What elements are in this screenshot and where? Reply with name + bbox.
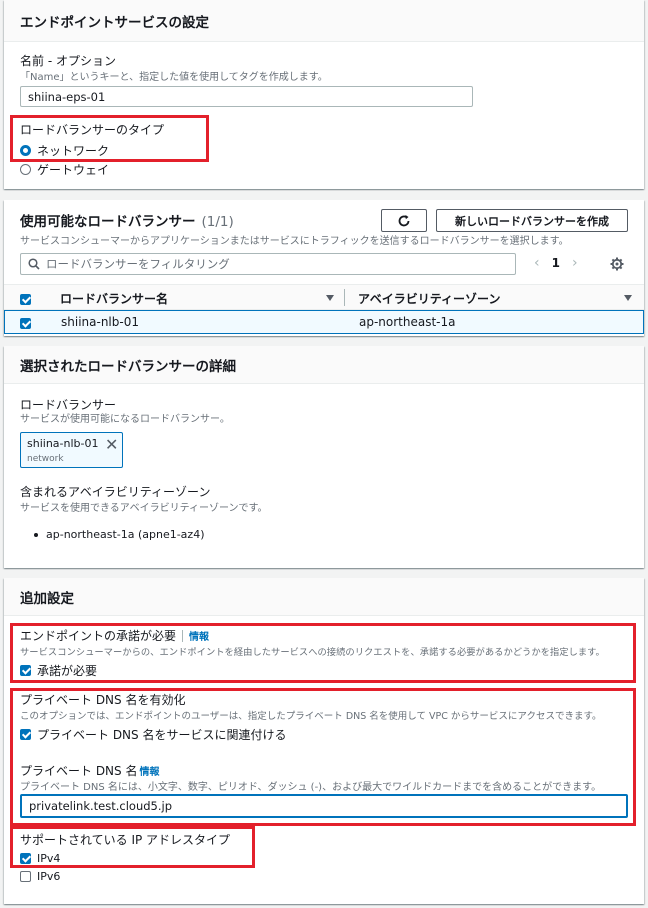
available-lbs-title: 使用可能なロードバランサー — [20, 214, 196, 230]
refresh-icon — [398, 214, 410, 226]
az-label: 含まれるアベイラビリティーゾーン — [20, 485, 211, 499]
table-header: ロードバランサー名 アベイラビリティーゾーン — [4, 284, 644, 310]
row-lb-name: shiina-nlb-01 — [61, 315, 139, 329]
selected-lb-panel: 選択されたロードバランサーの詳細 ロードバランサー サービスが使用可能になるロー… — [4, 346, 644, 568]
column-header-az[interactable]: アベイラビリティーゾーン — [358, 290, 500, 307]
filter-placeholder: ロードバランサーをフィルタリング — [46, 257, 230, 271]
bullet — [34, 532, 38, 537]
available-lbs-title-row: 使用可能なロードバランサー (1/1) — [20, 210, 234, 230]
page-number[interactable]: 1 — [552, 256, 560, 270]
ip-type-ipv6-row[interactable]: IPv6 — [20, 870, 60, 883]
table-row[interactable]: shiina-nlb-01 ap-northeast-1a — [4, 310, 644, 334]
selected-lb-title: 選択されたロードバランサーの詳細 — [20, 358, 236, 375]
additional-settings-header: 追加設定 — [4, 578, 644, 616]
radio-gateway[interactable] — [20, 164, 31, 175]
gear-icon — [610, 257, 624, 271]
chevron-right-icon[interactable]: › — [572, 255, 578, 271]
refresh-button[interactable] — [381, 209, 427, 232]
endpoint-settings-header: エンドポイントサービスの設定 — [4, 0, 644, 42]
additional-settings-title: 追加設定 — [20, 590, 74, 607]
row-checkbox[interactable] — [20, 318, 31, 329]
lb-description: サービスが使用可能になるロードバランサー。 — [20, 414, 230, 425]
available-lbs-panel: 使用可能なロードバランサー (1/1) サービスコンシューマーからアプリケーショ… — [4, 200, 644, 336]
highlight-lb-type — [10, 115, 209, 162]
row-az: ap-northeast-1a — [359, 315, 456, 329]
chevron-left-icon[interactable]: ‹ — [534, 255, 540, 271]
filter-input[interactable]: ロードバランサーをフィルタリング — [20, 253, 516, 275]
column-divider — [344, 289, 345, 306]
ipv6-label: IPv6 — [37, 870, 61, 883]
token-lb-name: shiina-nlb-01 — [27, 437, 99, 450]
create-lb-button[interactable]: 新しいロードバランサーを作成 — [436, 209, 628, 232]
az-item-text: ap-northeast-1a (apne1-az4) — [46, 528, 205, 541]
name-description: 「Name」というキーと、指定した値を使用してタグを作成します。 — [20, 72, 328, 83]
selected-lb-header: 選択されたロードバランサーの詳細 — [4, 346, 644, 384]
search-icon — [28, 258, 40, 270]
available-lbs-description: サービスコンシューマーからアプリケーションまたはサービスにトラフィックを送信する… — [20, 236, 569, 247]
settings-gear-button[interactable] — [610, 257, 624, 274]
endpoint-settings-title: エンドポイントサービスの設定 — [20, 14, 209, 31]
available-lbs-count: (1/1) — [201, 214, 234, 230]
az-list-item: ap-northeast-1a (apne1-az4) — [34, 528, 205, 541]
name-label: 名前 - オプション — [20, 54, 116, 68]
highlight-private-dns — [10, 688, 636, 826]
pagination: ‹ 1 › — [534, 255, 578, 271]
sort-down-icon[interactable] — [624, 295, 632, 301]
lb-type-option-label: ゲートウェイ — [37, 163, 110, 177]
column-header-name[interactable]: ロードバランサー名 — [60, 290, 168, 307]
sort-down-icon[interactable] — [326, 295, 334, 301]
lb-type-option-gateway[interactable]: ゲートウェイ — [20, 161, 109, 178]
name-input-value: shiina-eps-01 — [28, 89, 106, 104]
close-icon[interactable]: ✕ — [105, 435, 118, 454]
token-lb-type: network — [27, 454, 64, 464]
selected-lb-token: shiina-nlb-01 network ✕ — [20, 432, 123, 468]
name-input[interactable]: shiina-eps-01 — [20, 86, 473, 107]
highlight-acceptance — [10, 623, 636, 683]
highlight-ip-type — [10, 826, 255, 868]
ipv6-checkbox[interactable] — [20, 871, 31, 882]
select-all-checkbox[interactable] — [20, 294, 31, 305]
az-description: サービスを使用できるアベイラビリティーゾーンです。 — [20, 503, 268, 514]
